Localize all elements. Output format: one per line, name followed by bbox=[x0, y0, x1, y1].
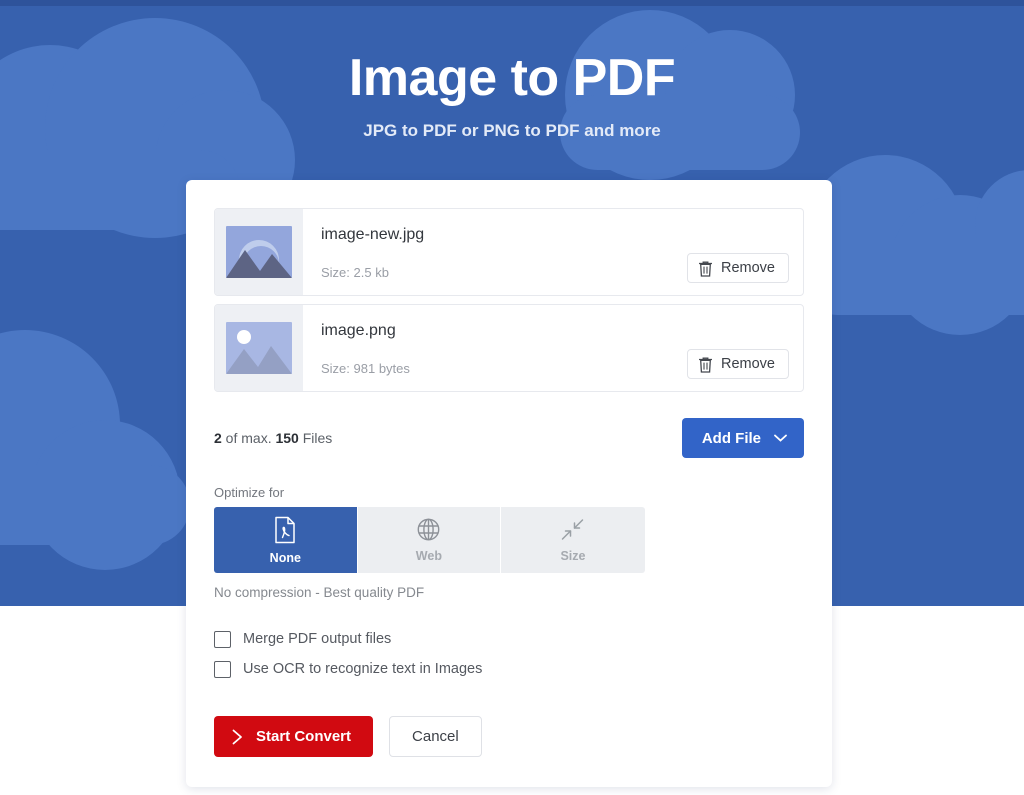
file-thumbnail-cell bbox=[215, 209, 303, 295]
options-checkbox-list: Merge PDF output files Use OCR to recogn… bbox=[214, 624, 804, 684]
image-thumbnail-icon bbox=[226, 226, 292, 278]
use-ocr-label: Use OCR to recognize text in Images bbox=[243, 661, 483, 677]
remove-file-button[interactable]: Remove bbox=[687, 253, 789, 283]
use-ocr-checkbox-row[interactable]: Use OCR to recognize text in Images bbox=[214, 654, 804, 684]
add-file-button[interactable]: Add File bbox=[681, 418, 804, 458]
page-title: Image to PDF bbox=[348, 49, 676, 107]
remove-file-button[interactable]: Remove bbox=[687, 349, 789, 379]
start-convert-button[interactable]: Start Convert bbox=[214, 716, 374, 757]
optimize-option-none[interactable]: None bbox=[214, 507, 358, 573]
start-convert-label: Start Convert bbox=[256, 728, 352, 745]
top-strip bbox=[0, 0, 1024, 6]
remove-file-label: Remove bbox=[721, 356, 775, 372]
merge-pdf-checkbox[interactable] bbox=[214, 630, 231, 648]
optimize-label: Optimize for bbox=[214, 485, 285, 500]
converter-card: image-new.jpg Size: 2.5 kb Remove image.… bbox=[186, 180, 832, 787]
remove-file-label: Remove bbox=[721, 260, 775, 276]
file-row: image-new.jpg Size: 2.5 kb Remove bbox=[214, 208, 804, 296]
file-details: image.png Size: 981 bytes Remove bbox=[303, 305, 803, 391]
trash-icon bbox=[699, 357, 712, 373]
optimize-option-label: None bbox=[269, 550, 301, 565]
file-counter-middle: of max. bbox=[221, 430, 276, 446]
file-count: 2 bbox=[214, 430, 222, 446]
trash-icon bbox=[699, 261, 712, 277]
optimize-option-label: Web bbox=[415, 549, 442, 563]
image-to-pdf-page: Image to PDF JPG to PDF or PNG to PDF an… bbox=[0, 0, 1024, 795]
optimize-hint: No compression - Best quality PDF bbox=[214, 585, 425, 600]
file-counter: 2 of max. 150 Files bbox=[214, 430, 332, 446]
cancel-button[interactable]: Cancel bbox=[389, 716, 482, 757]
merge-pdf-label: Merge PDF output files bbox=[243, 631, 392, 647]
file-counter-suffix: Files bbox=[298, 430, 333, 446]
chevron-right-icon bbox=[232, 729, 242, 744]
globe-icon bbox=[417, 518, 440, 541]
optimize-option-label: Size bbox=[560, 549, 586, 563]
file-max: 150 bbox=[275, 430, 299, 446]
optimize-option-web[interactable]: Web bbox=[357, 507, 502, 573]
file-counter-row: 2 of max. 150 Files Add File bbox=[214, 418, 804, 458]
file-name: image-new.jpg bbox=[321, 226, 425, 243]
pdf-file-icon bbox=[275, 516, 296, 543]
page-subtitle: JPG to PDF or PNG to PDF and more bbox=[363, 121, 661, 140]
compress-arrows-icon bbox=[562, 519, 584, 540]
file-name: image.png bbox=[321, 322, 396, 339]
action-buttons: Start Convert Cancel bbox=[214, 716, 804, 757]
optimize-segmented-control: None Web Size bbox=[214, 507, 645, 573]
use-ocr-checkbox[interactable] bbox=[214, 660, 231, 678]
optimize-option-size[interactable]: Size bbox=[501, 507, 645, 573]
file-details: image-new.jpg Size: 2.5 kb Remove bbox=[303, 209, 803, 295]
image-thumbnail-icon bbox=[226, 322, 292, 374]
merge-pdf-checkbox-row[interactable]: Merge PDF output files bbox=[214, 624, 804, 654]
add-file-label: Add File bbox=[701, 429, 761, 447]
file-thumbnail-cell bbox=[215, 305, 303, 391]
file-row: image.png Size: 981 bytes Remove bbox=[214, 304, 804, 392]
chevron-down-icon bbox=[774, 434, 787, 442]
